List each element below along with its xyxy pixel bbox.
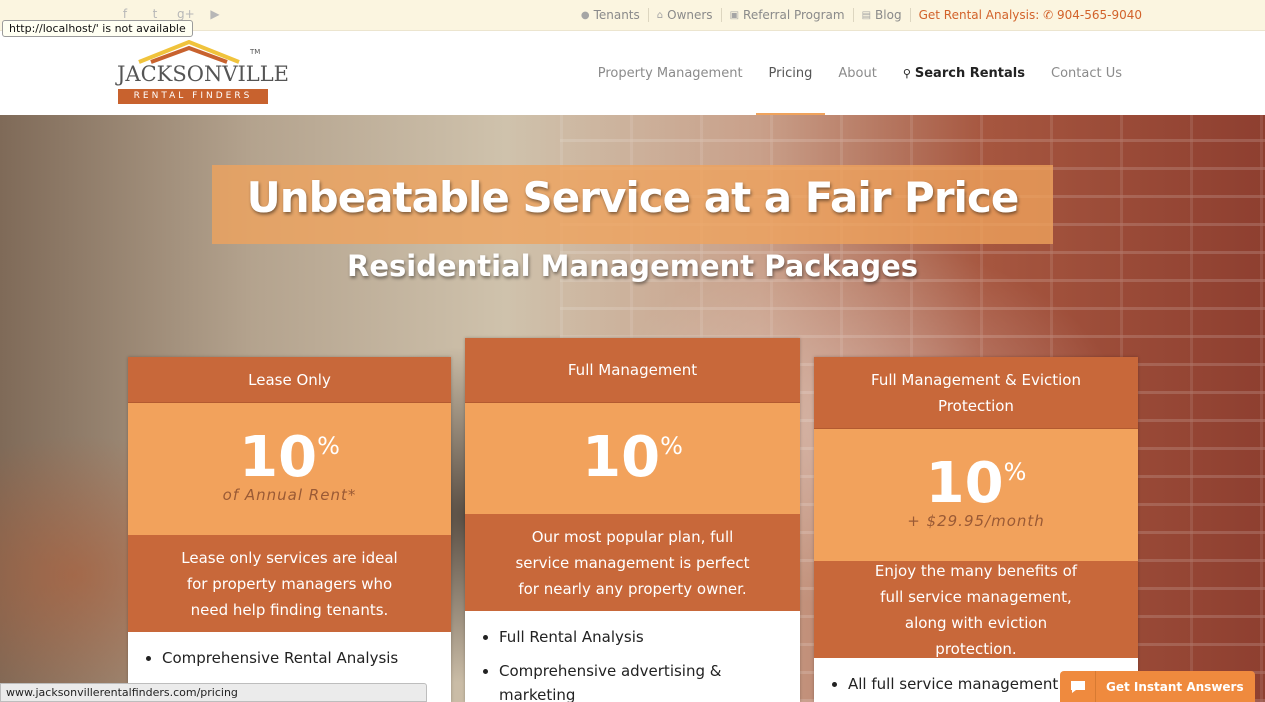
price-note: of Annual Rent*: [222, 486, 357, 504]
price-unit: %: [660, 432, 683, 460]
tenants-label: Tenants: [593, 8, 640, 22]
page-title: Unbeatable Service at a Fair Price: [246, 173, 1020, 222]
nav-contact-us[interactable]: Contact Us: [1038, 31, 1135, 115]
referral-label: Referral Program: [743, 8, 845, 22]
chat-widget-button[interactable]: Get Instant Answers: [1060, 671, 1255, 702]
pricing-card-eviction-protection: Full Management & Eviction Protection 10…: [814, 357, 1138, 702]
trademark: TM: [250, 48, 261, 56]
chat-bubble-icon: [1060, 671, 1096, 702]
feature-item: Comprehensive Rental Analysis: [162, 646, 451, 670]
card-price: 10% + $29.95/month: [814, 429, 1138, 561]
search-icon: ⚲: [902, 66, 911, 80]
price-note: + $29.95/month: [907, 512, 1045, 530]
site-logo[interactable]: TM JACKSONVILLE RENTAL FINDERS: [117, 40, 289, 106]
blog-label: Blog: [875, 8, 902, 22]
feature-list: Full Rental Analysis Comprehensive adver…: [465, 611, 800, 702]
pricing-card-full-management: Full Management 10% Our most popular pla…: [465, 338, 800, 702]
nav-pricing[interactable]: Pricing: [755, 31, 826, 115]
roof-logo-icon: [138, 40, 240, 64]
pricing-card-lease-only: Lease Only 10% of Annual Rent* Lease onl…: [128, 357, 451, 702]
feature-item: Full Rental Analysis: [499, 625, 800, 649]
phone-icon: ✆: [1043, 8, 1054, 22]
blog-link[interactable]: ▤ Blog: [854, 8, 911, 22]
feature-list: Comprehensive Rental Analysis: [128, 632, 451, 670]
nav-search-rentals[interactable]: ⚲ Search Rentals: [890, 31, 1038, 115]
referral-icon: ▣: [729, 9, 740, 21]
site-header: TM JACKSONVILLE RENTAL FINDERS Property …: [0, 31, 1265, 115]
nav-about[interactable]: About: [825, 31, 889, 115]
document-icon: ▤: [861, 9, 872, 21]
owners-link[interactable]: ⌂ Owners: [649, 8, 722, 22]
owners-label: Owners: [667, 8, 713, 22]
logo-subtitle: RENTAL FINDERS: [118, 89, 268, 104]
card-price: 10% of Annual Rent*: [128, 403, 451, 535]
nav-search-label: Search Rentals: [914, 65, 1025, 81]
page-subtitle: Residential Management Packages: [346, 249, 919, 283]
logo-name: JACKSONVILLE: [117, 62, 289, 86]
nav-property-management[interactable]: Property Management: [585, 31, 756, 115]
youtube-icon[interactable]: ▶: [207, 6, 223, 22]
chat-label: Get Instant Answers: [1106, 679, 1244, 694]
price-value: 10: [925, 451, 1004, 516]
cta-phone[interactable]: 904-565-9040: [1057, 8, 1142, 22]
home-icon: ⌂: [656, 9, 664, 21]
feature-item: Comprehensive advertising & marketing: [499, 659, 800, 702]
card-description: Lease only services are ideal for proper…: [128, 535, 451, 632]
price-unit: %: [317, 432, 340, 460]
main-nav: Property Management Pricing About ⚲ Sear…: [585, 31, 1135, 115]
link-tooltip: http://localhost/' is not available: [2, 20, 193, 37]
user-icon: ●: [580, 9, 590, 21]
tenants-link[interactable]: ● Tenants: [573, 8, 649, 22]
price-value: 10: [582, 425, 661, 490]
price-unit: %: [1003, 458, 1027, 486]
card-description: Our most popular plan, full service mana…: [465, 514, 800, 611]
cta-label: Get Rental Analysis:: [918, 8, 1040, 22]
card-title: Full Management: [465, 338, 800, 403]
browser-status-url: www.jacksonvillerentalfinders.com/pricin…: [0, 683, 427, 702]
referral-link[interactable]: ▣ Referral Program: [722, 8, 854, 22]
card-description: Enjoy the many benefits of full service …: [814, 561, 1138, 658]
card-price: 10%: [465, 403, 800, 514]
card-title: Full Management & Eviction Protection: [814, 357, 1138, 429]
utility-links: ● Tenants ⌂ Owners ▣ Referral Program ▤ …: [573, 8, 1142, 22]
card-title: Lease Only: [128, 357, 451, 403]
rental-analysis-cta[interactable]: Get Rental Analysis: ✆ 904-565-9040: [919, 8, 1142, 22]
price-value: 10: [239, 425, 318, 490]
